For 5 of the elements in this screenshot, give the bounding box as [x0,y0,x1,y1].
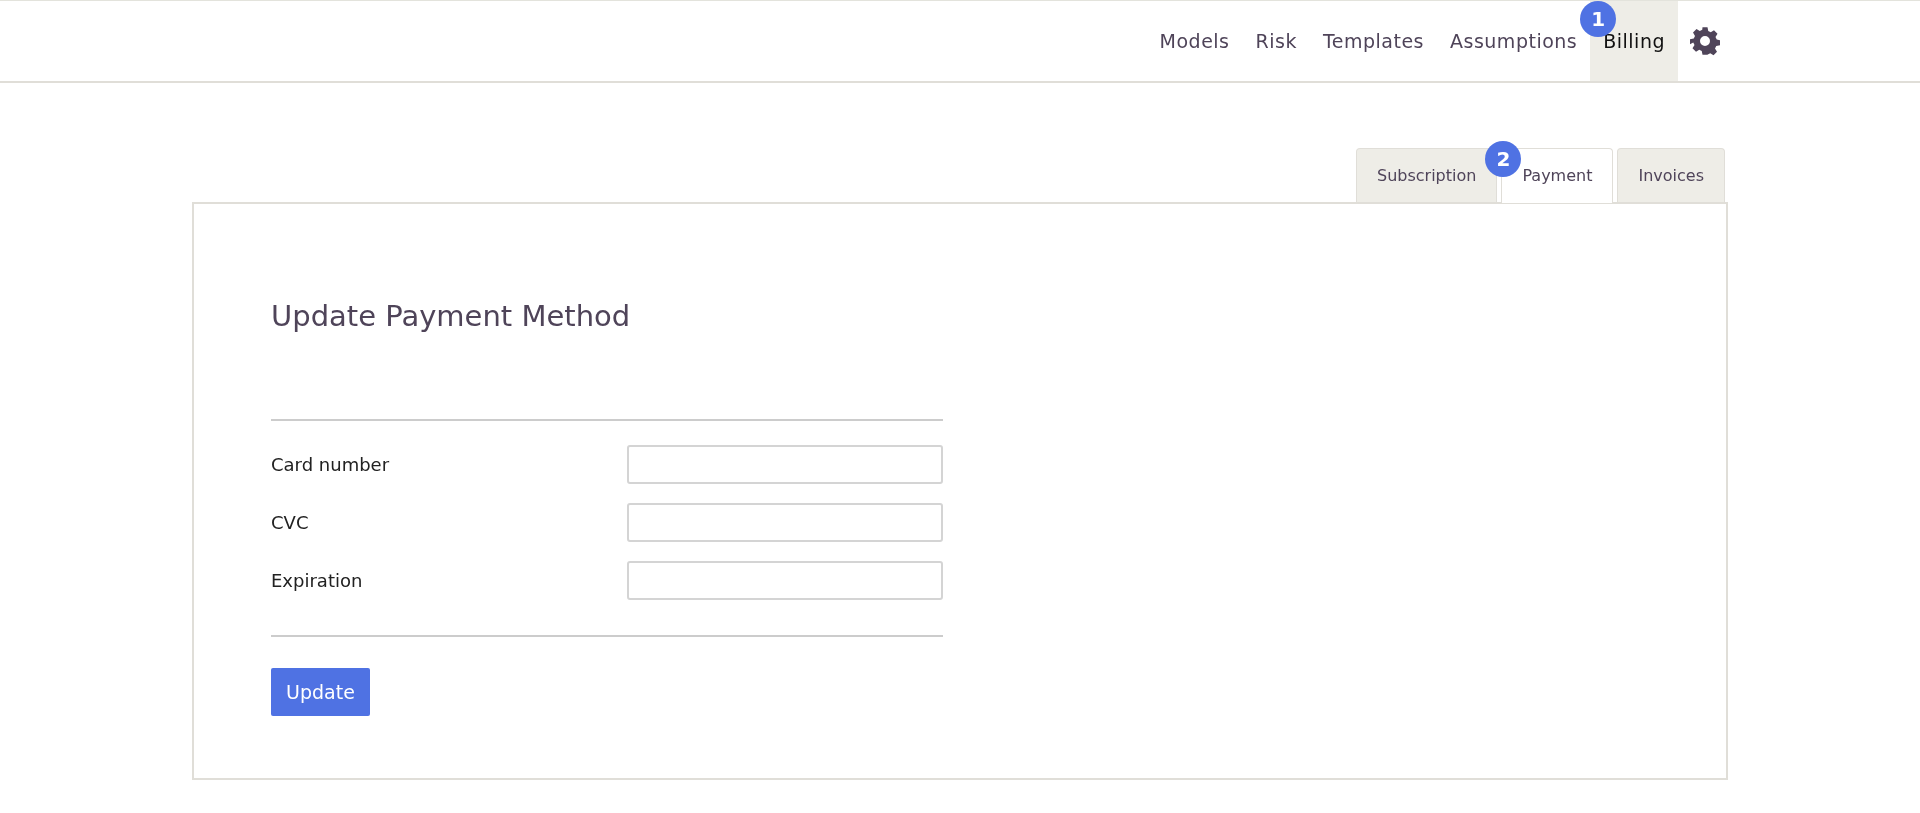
field-label: Expiration [271,569,363,594]
field-label: Card number [271,453,390,478]
field-label: CVC [271,511,309,536]
step-callout-tooltip: 2 [1485,141,1522,177]
form-title: Update Payment Method [271,299,632,334]
